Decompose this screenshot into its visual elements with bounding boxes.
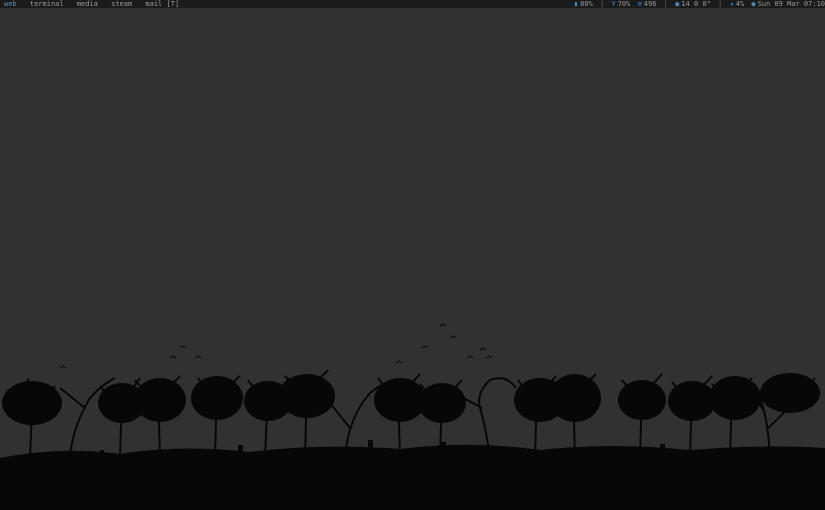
system-status: ▮ 80% | Y 70% ≡ 496 | ● 14 0 0" | ◂ 4% ● Sun 0… [574, 0, 825, 8]
clock-icon: ● [751, 0, 756, 8]
workspace-steam[interactable]: steam [111, 0, 132, 8]
memory-icon: ≡ [637, 0, 642, 8]
status-separator: | [600, 0, 605, 8]
workspace-list: web terminal media steam mail [T] [4, 0, 188, 8]
volume-value[interactable]: 4% [736, 0, 744, 8]
memory-value: 496 [643, 0, 657, 8]
workspace-terminal[interactable]: terminal [30, 0, 64, 8]
package-icon: ● [675, 0, 680, 8]
clock-value: Sun 09 Mar 07:10 [757, 0, 825, 8]
wifi-signal-icon: Y [611, 0, 616, 8]
workspace-media[interactable]: media [77, 0, 98, 8]
forest-wallpaper [0, 323, 825, 510]
dead-trees-silhouette [0, 323, 825, 510]
status-separator: | [663, 0, 668, 8]
workspace-web[interactable]: web [4, 0, 17, 8]
wifi-value: 70% [617, 0, 631, 8]
top-status-bar: web terminal media steam mail [T] ▮ 80% |… [0, 0, 825, 8]
speaker-icon[interactable]: ◂ [729, 0, 733, 8]
ground [0, 444, 825, 510]
workspace-mail[interactable]: mail [T] [145, 0, 179, 8]
battery-icon: ▮ [573, 0, 579, 8]
battery-value: 80% [580, 0, 593, 8]
status-separator: | [718, 0, 723, 8]
updates-value: 14 0 0" [681, 0, 711, 8]
